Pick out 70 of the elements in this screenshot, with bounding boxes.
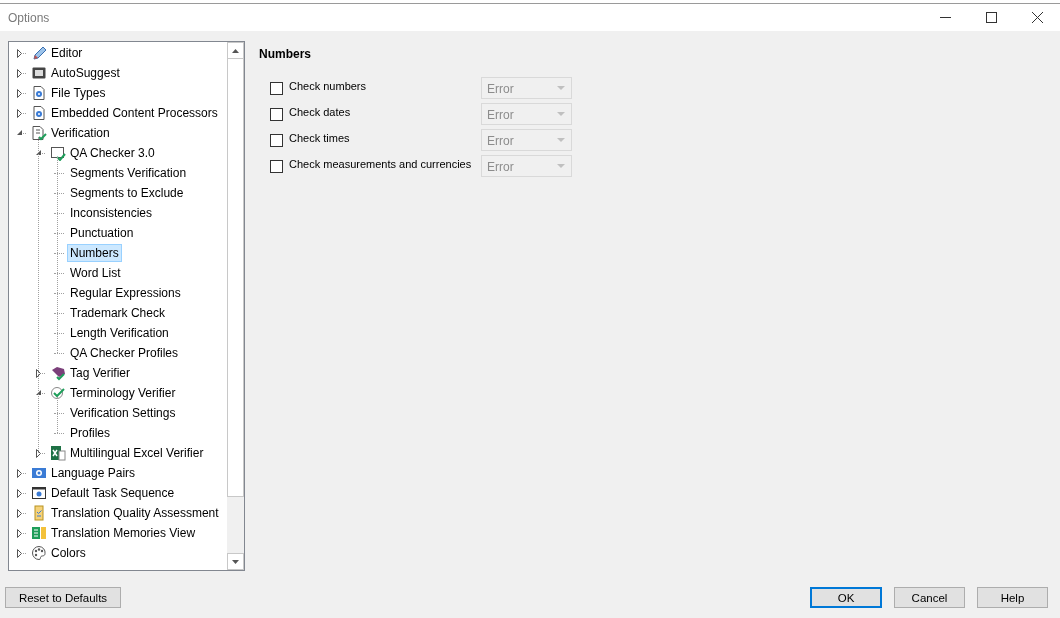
tree-item[interactable]: QA Checker 3.0 — [67, 144, 158, 162]
checked-tag-icon — [50, 365, 66, 381]
checked-window-icon — [50, 145, 66, 161]
checked-circle-icon — [50, 385, 66, 401]
tree-item[interactable]: Inconsistencies — [67, 204, 156, 222]
minimize-icon[interactable] — [939, 17, 951, 18]
tree-item[interactable]: File Types — [48, 84, 109, 102]
maximize-icon[interactable] — [985, 12, 997, 23]
checkbox-label: Check numbers — [289, 80, 368, 92]
tree-item[interactable]: Verification Settings — [67, 404, 179, 422]
tree-item[interactable]: Word List — [67, 264, 124, 282]
tree-item[interactable]: Translation Quality Assessment — [48, 504, 222, 522]
collapse-icon[interactable] — [15, 129, 27, 137]
tree-item[interactable]: Length Verification — [67, 324, 172, 342]
expand-icon[interactable] — [15, 468, 27, 478]
tree-item[interactable]: AutoSuggest — [48, 64, 123, 82]
tree-item[interactable]: Tag Verifier — [67, 364, 134, 382]
expand-icon[interactable] — [15, 508, 27, 518]
tree-item[interactable]: Editor — [48, 44, 86, 62]
dialog-button[interactable]: Cancel — [894, 587, 965, 608]
window-title: Options — [8, 10, 51, 25]
tree-item[interactable]: Punctuation — [67, 224, 137, 242]
checked-document-icon — [31, 125, 47, 141]
tree-item[interactable]: Language Pairs — [48, 464, 139, 482]
checkbox-label: Check measurements and currencies — [289, 158, 473, 170]
section-heading: Numbers — [259, 47, 312, 61]
tree-item[interactable]: Translation Memories View — [48, 524, 199, 542]
palette-icon — [31, 545, 47, 561]
expand-icon[interactable] — [15, 68, 27, 78]
collapse-icon[interactable] — [34, 149, 46, 157]
expand-icon[interactable] — [34, 448, 46, 458]
expand-icon[interactable] — [15, 528, 27, 538]
scrollbar[interactable] — [226, 42, 244, 570]
pencil-icon — [31, 45, 47, 61]
checkbox-label: Check dates — [289, 106, 352, 118]
expand-icon[interactable] — [15, 488, 27, 498]
tree-item[interactable]: Default Task Sequence — [48, 484, 178, 502]
scroll-thumb[interactable] — [227, 59, 244, 497]
tree-item[interactable]: Terminology Verifier — [67, 384, 179, 402]
columns-icon — [31, 525, 47, 541]
tree-item[interactable]: Segments Verification — [67, 164, 190, 182]
dropdown-caret-icon — [557, 112, 565, 116]
tree-item[interactable]: Regular Expressions — [67, 284, 184, 302]
tree-item[interactable]: Verification — [48, 124, 113, 142]
expand-icon[interactable] — [15, 48, 27, 58]
tree-item[interactable]: Segments to Exclude — [67, 184, 187, 202]
scroll-down-icon[interactable] — [232, 559, 239, 564]
tree-item[interactable]: QA Checker Profiles — [67, 344, 182, 362]
expand-icon[interactable] — [15, 108, 27, 118]
spreadsheet-icon — [50, 445, 66, 461]
dialog-button[interactable]: Help — [977, 587, 1048, 608]
dialog-button[interactable]: OK — [810, 587, 882, 608]
expand-icon[interactable] — [15, 548, 27, 558]
tree-item[interactable]: Profiles — [67, 424, 113, 442]
tree-item[interactable]: Multilingual Excel Verifier — [67, 444, 207, 462]
tree-item[interactable]: Numbers — [67, 244, 122, 262]
tree-item[interactable]: Embedded Content Processors — [48, 104, 221, 122]
dialog-button[interactable]: Reset to Defaults — [5, 587, 121, 608]
tree-item[interactable]: Trademark Check — [67, 304, 168, 322]
close-icon[interactable] — [1031, 12, 1043, 23]
expand-icon[interactable] — [34, 368, 46, 378]
collapse-icon[interactable] — [34, 389, 46, 397]
dropdown-caret-icon — [557, 86, 565, 90]
expand-icon[interactable] — [15, 88, 27, 98]
dropdown-caret-icon — [557, 138, 565, 142]
scroll-up-icon[interactable] — [232, 48, 239, 53]
checkbox-label: Check times — [289, 132, 351, 144]
dropdown-caret-icon — [557, 164, 565, 168]
clipboard-icon — [31, 505, 47, 521]
tree-item[interactable]: Colors — [48, 544, 89, 562]
